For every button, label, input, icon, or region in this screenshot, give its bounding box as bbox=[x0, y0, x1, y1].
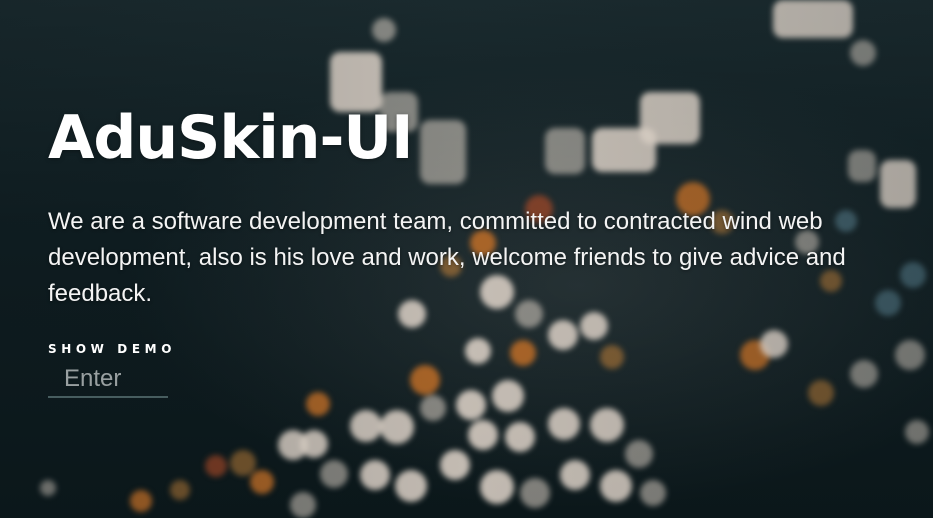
hero-section: AduSkin-UI We are a software development… bbox=[0, 0, 933, 518]
show-demo-label: SHOW DEMO bbox=[48, 342, 177, 356]
hero-content: AduSkin-UI We are a software development… bbox=[48, 102, 908, 398]
hero-description: We are a software development team, comm… bbox=[48, 208, 846, 307]
demo-input[interactable] bbox=[48, 362, 168, 398]
page-title: AduSkin-UI bbox=[48, 103, 413, 173]
